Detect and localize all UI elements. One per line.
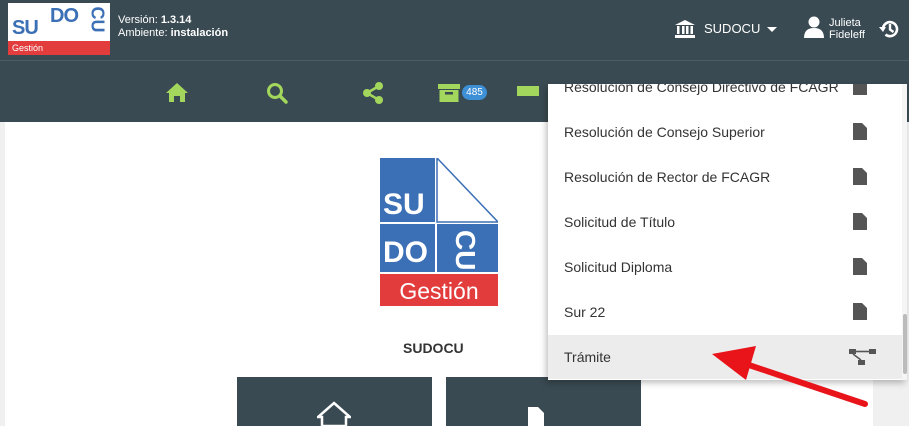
- app-header: SU DO CU Gestión Versión: 1.3.14 Ambient…: [0, 0, 909, 60]
- dropdown-item[interactable]: Resolución de Consejo Directivo de FCAGR: [548, 84, 902, 109]
- file-icon: [853, 258, 867, 275]
- document-type-dropdown: Resolución de Consejo Directivo de FCAGR…: [548, 84, 907, 380]
- site-name: SUDOCU: [403, 340, 464, 356]
- version-value: 1.3.14: [160, 14, 192, 26]
- user-icon[interactable]: [804, 16, 824, 38]
- dropdown-item-label: Trámite: [564, 349, 611, 365]
- env-label: Ambiente:: [118, 27, 168, 39]
- document-icon: [528, 407, 544, 426]
- version-info: Versión: 1.3.14 Ambiente: instalación: [118, 14, 228, 40]
- file-icon: [853, 123, 867, 140]
- logo-cu-text: CU: [450, 230, 481, 270]
- dropdown-item[interactable]: Solicitud Diploma: [548, 245, 902, 289]
- logo-do: DO: [50, 5, 79, 27]
- home-icon: [317, 401, 351, 426]
- search-icon[interactable]: [266, 82, 288, 104]
- home-icon[interactable]: [166, 82, 188, 104]
- logo-sub: Gestión: [8, 41, 110, 55]
- dropdown-item[interactable]: Solicitud de Título: [548, 200, 902, 244]
- archive-count-badge: 485: [462, 85, 487, 100]
- dropdown-item-label: Solicitud de Título: [564, 214, 676, 230]
- logo-cu: CU: [87, 6, 108, 33]
- document-card[interactable]: [446, 377, 641, 426]
- logo-su-text: SU: [383, 188, 425, 221]
- logo-su: SU: [12, 17, 39, 39]
- env-value: instalación: [170, 27, 229, 39]
- annotation-arrow: [712, 346, 868, 407]
- logo-gestion-text: Gestión: [399, 278, 478, 304]
- user-last-name: Fideleff: [829, 29, 865, 41]
- dropdown-item[interactable]: Sur 22: [548, 290, 902, 334]
- dropdown-item[interactable]: Resolución de Rector de FCAGR: [548, 155, 902, 199]
- archive-icon[interactable]: [438, 82, 460, 104]
- folder-icon[interactable]: [517, 82, 539, 104]
- dropdown-item-label: Resolución de Consejo Superior: [564, 124, 765, 140]
- dropdown-item-label: Resolución de Rector de FCAGR: [564, 169, 771, 185]
- logo-do-text: DO: [383, 236, 428, 269]
- dropdown-item-label: Solicitud Diploma: [564, 259, 673, 275]
- chevron-down-icon[interactable]: [767, 27, 777, 32]
- user-name[interactable]: Julieta Fideleff: [829, 17, 865, 41]
- user-first-name: Julieta: [829, 17, 861, 29]
- institution-selector[interactable]: SUDOCU: [704, 21, 760, 36]
- version-label: Versión:: [118, 14, 158, 26]
- file-icon: [853, 213, 867, 230]
- file-icon: [853, 303, 867, 320]
- history-icon[interactable]: [879, 18, 901, 40]
- home-card[interactable]: [237, 377, 432, 426]
- file-icon: [853, 168, 867, 185]
- dropdown-item-label: Sur 22: [564, 304, 606, 320]
- app-logo[interactable]: SU DO CU Gestión: [8, 3, 110, 55]
- sudocu-logo: SU DO CU Gestión: [380, 158, 498, 306]
- dropdown-scrollbar-thumb[interactable]: [903, 314, 907, 374]
- dropdown-item[interactable]: Resolución de Consejo Superior: [548, 110, 902, 154]
- file-icon: [853, 84, 867, 95]
- institution-icon[interactable]: [675, 20, 695, 38]
- dropdown-item-label: Resolución de Consejo Directivo de FCAGR: [564, 84, 839, 95]
- share-icon[interactable]: [362, 82, 384, 104]
